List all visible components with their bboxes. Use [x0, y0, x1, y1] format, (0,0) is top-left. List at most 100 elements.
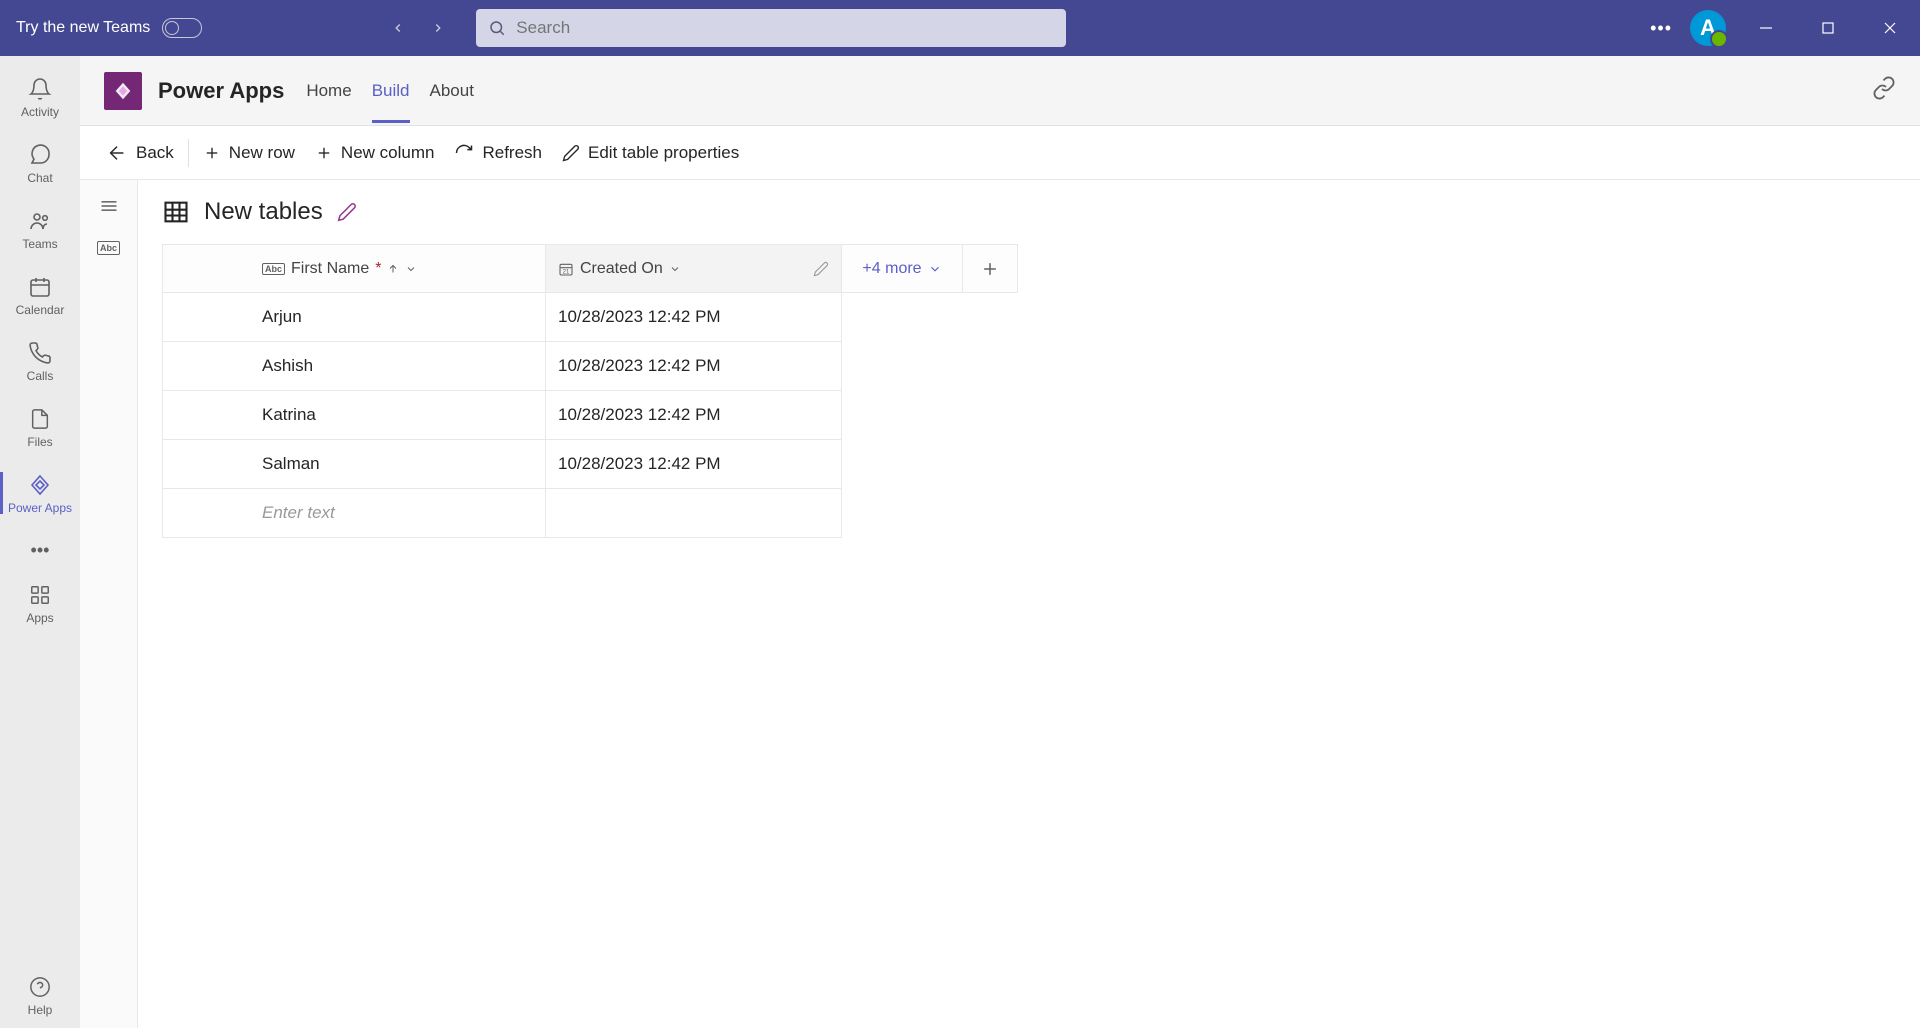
abc-field-button[interactable]: Abc [97, 241, 120, 255]
chevron-down-icon [928, 262, 942, 276]
row-header-cell[interactable] [162, 342, 250, 391]
rail-label: Calendar [16, 303, 65, 317]
column-first-name: Abc First Name* Arjun Ashish Katrina Sal… [250, 244, 546, 538]
rail-files[interactable]: Files [0, 394, 80, 460]
calendar-icon [28, 274, 52, 300]
hamburger-button[interactable] [99, 196, 119, 221]
new-column-label: New column [341, 143, 435, 163]
toolbar: Back New row New column Refresh Edit tab… [80, 126, 1920, 180]
more-columns-button[interactable]: +4 more [842, 244, 962, 293]
abc-label: Abc [100, 243, 117, 253]
back-label: Back [136, 143, 174, 163]
avatar[interactable]: A [1690, 10, 1726, 46]
rail-activity[interactable]: Activity [0, 64, 80, 130]
chevron-down-icon [405, 263, 417, 275]
sub-sidebar: Abc [80, 180, 138, 1028]
column-created-on: 21 Created On 10/28/2023 12:42 PM 10/28/… [546, 244, 842, 538]
row-header-column [162, 244, 250, 538]
powerapps-icon [28, 472, 52, 498]
cell-date[interactable]: 10/28/2023 12:42 PM [546, 293, 842, 342]
rail-chat[interactable]: Chat [0, 130, 80, 196]
link-icon[interactable] [1872, 76, 1896, 105]
separator [188, 139, 189, 167]
cell-name[interactable]: Arjun [250, 293, 546, 342]
sort-asc-icon [387, 263, 399, 275]
row-header-cell[interactable] [162, 489, 250, 538]
maximize-button[interactable] [1806, 6, 1850, 50]
teams-icon [28, 208, 52, 234]
tab-home[interactable]: Home [306, 59, 351, 123]
new-row-button[interactable]: New row [193, 143, 305, 163]
nav-forward-button[interactable] [422, 12, 454, 44]
plus-icon [980, 259, 1000, 279]
app-title: Power Apps [158, 78, 284, 104]
left-rail: Activity Chat Teams Calendar Calls Files [0, 56, 80, 1028]
try-teams-toggle[interactable] [162, 18, 202, 38]
search-box[interactable] [476, 9, 1066, 47]
table-title: New tables [204, 198, 323, 226]
cell-date[interactable]: 10/28/2023 12:42 PM [546, 391, 842, 440]
text-type-badge: Abc [262, 263, 285, 275]
avatar-letter: A [1700, 15, 1716, 41]
chat-icon [28, 142, 52, 168]
cell-name[interactable]: Katrina [250, 391, 546, 440]
svg-text:21: 21 [563, 269, 570, 275]
apps-icon [29, 582, 51, 608]
edit-props-label: Edit table properties [588, 143, 739, 163]
rail-apps[interactable]: Apps [0, 570, 80, 636]
more-label: +4 more [862, 260, 921, 278]
close-button[interactable] [1868, 6, 1912, 50]
refresh-button[interactable]: Refresh [444, 143, 552, 163]
menu-icon [99, 196, 119, 216]
tab-about[interactable]: About [430, 59, 474, 123]
refresh-icon [454, 143, 474, 163]
cell-date-empty[interactable] [546, 489, 842, 538]
title-bar: Try the new Teams ••• A [0, 0, 1920, 56]
cell-name[interactable]: Salman [250, 440, 546, 489]
tab-build[interactable]: Build [372, 59, 410, 123]
minimize-button[interactable] [1744, 6, 1788, 50]
rail-label: Teams [22, 237, 57, 251]
arrow-left-icon [106, 142, 128, 164]
edit-column-icon[interactable] [813, 261, 829, 277]
new-row-label: New row [229, 143, 295, 163]
row-header-cell[interactable] [162, 391, 250, 440]
powerapps-app-icon [104, 72, 142, 110]
rail-teams[interactable]: Teams [0, 196, 80, 262]
cell-date[interactable]: 10/28/2023 12:42 PM [546, 342, 842, 391]
try-teams-label: Try the new Teams [16, 19, 150, 37]
help-icon [29, 974, 51, 1000]
row-header-cell[interactable] [162, 244, 250, 293]
new-column-button[interactable]: New column [305, 143, 445, 163]
bell-icon [28, 76, 52, 102]
search-input[interactable] [516, 18, 1054, 38]
rail-calendar[interactable]: Calendar [0, 262, 80, 328]
back-button[interactable]: Back [96, 142, 184, 164]
chevron-down-icon [669, 263, 681, 275]
files-icon [29, 406, 51, 432]
rail-powerapps[interactable]: Power Apps [0, 460, 80, 526]
refresh-label: Refresh [482, 143, 542, 163]
edit-title-button[interactable] [337, 202, 357, 222]
rail-more[interactable]: ••• [31, 530, 50, 570]
phone-icon [28, 340, 52, 366]
table-icon [162, 198, 190, 226]
more-options-button[interactable]: ••• [1650, 18, 1672, 39]
rail-label: Power Apps [8, 501, 72, 515]
rail-calls[interactable]: Calls [0, 328, 80, 394]
cell-date[interactable]: 10/28/2023 12:42 PM [546, 440, 842, 489]
column-header-first-name[interactable]: Abc First Name* [250, 244, 546, 293]
column-header-created-on[interactable]: 21 Created On [546, 244, 842, 293]
rail-label: Calls [27, 369, 54, 383]
edit-properties-button[interactable]: Edit table properties [552, 143, 749, 163]
rail-help[interactable]: Help [0, 962, 80, 1028]
plus-icon [315, 144, 333, 162]
col-header-label: Created On [580, 260, 663, 278]
cell-new-row[interactable]: Enter text [250, 489, 546, 538]
nav-back-button[interactable] [382, 12, 414, 44]
add-column-button[interactable] [962, 244, 1018, 293]
row-header-cell[interactable] [162, 440, 250, 489]
cell-name[interactable]: Ashish [250, 342, 546, 391]
rail-label: Help [28, 1003, 53, 1017]
row-header-cell[interactable] [162, 293, 250, 342]
